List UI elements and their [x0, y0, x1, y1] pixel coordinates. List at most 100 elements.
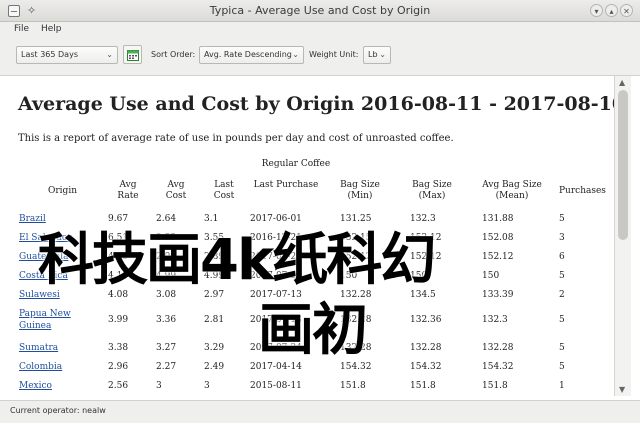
- cell-purchases: 5: [559, 214, 565, 224]
- cell-min: 151.8: [340, 381, 366, 391]
- cell-last: 4.99: [204, 271, 225, 281]
- minimize-icon[interactable]: ▾: [590, 4, 603, 17]
- cell-mean: 132.28: [482, 343, 514, 353]
- cell-rate: 3.38: [108, 343, 129, 353]
- cell-mean: 131.88: [482, 214, 514, 224]
- cell-max: 132.28: [410, 343, 442, 353]
- cell-cost: 3: [156, 381, 162, 391]
- overlay-line-2: 画初: [258, 298, 368, 363]
- cell-min: 132.28: [340, 315, 372, 325]
- weight-unit-select[interactable]: Lb ⌄: [363, 46, 391, 64]
- chevron-down-icon: ⌄: [106, 50, 113, 59]
- cell-date: 2017-06-01: [250, 214, 302, 224]
- origin-link[interactable]: El Salvador: [19, 233, 72, 243]
- cell-origin: Brazil: [19, 213, 99, 225]
- cell-max: 152.12: [410, 233, 442, 243]
- cell-last: 3.1: [204, 214, 219, 224]
- cell-date: 2017-06-22: [250, 252, 302, 262]
- cell-origin: Colombia: [19, 361, 99, 373]
- cell-origin: Mexico: [19, 380, 99, 392]
- origin-link[interactable]: Sulawesi: [19, 290, 60, 300]
- cell-mean: 154.32: [482, 362, 514, 372]
- cell-min: 154.32: [340, 362, 372, 372]
- sort-order-label: Sort Order:: [151, 50, 196, 59]
- maximize-icon[interactable]: ▴: [605, 4, 618, 17]
- origin-link[interactable]: Sumatra: [19, 343, 58, 353]
- date-range-value: Last 365 Days: [21, 50, 78, 59]
- header-bag-size-mean: Avg Bag Size (Mean): [482, 180, 542, 201]
- header-last-purchase: Last Purchase: [253, 180, 319, 190]
- cell-purchases: 5: [559, 343, 565, 353]
- cell-rate: 4.13: [108, 271, 129, 281]
- sort-order-select[interactable]: Avg. Rate Descending ⌄: [199, 46, 304, 64]
- origin-link[interactable]: Costa Rica: [19, 271, 68, 281]
- cell-mean: 133.39: [482, 290, 514, 300]
- cell-mean: 151.8: [482, 381, 508, 391]
- vertical-scrollbar[interactable]: ▲ ▼: [614, 76, 631, 396]
- cell-max: 150: [410, 271, 428, 281]
- header-purchases: Purchases: [559, 186, 606, 196]
- menu-file[interactable]: File: [14, 24, 29, 34]
- scrollbar-thumb[interactable]: [618, 90, 628, 240]
- cell-rate: 9.67: [108, 214, 129, 224]
- cell-origin: Costa Rica: [19, 270, 99, 282]
- cell-last: 3.29: [204, 343, 225, 353]
- header-bag-size-min: Bag Size (Min): [340, 180, 380, 201]
- cell-origin: El Salvador: [19, 232, 99, 244]
- header-origin: Origin: [48, 186, 77, 196]
- close-icon[interactable]: ✕: [620, 4, 633, 17]
- cell-max: 154.32: [410, 362, 442, 372]
- cell-origin: Guatemala: [19, 251, 99, 263]
- cell-purchases: 5: [559, 362, 565, 372]
- cell-purchases: 5: [559, 315, 565, 325]
- origin-link[interactable]: Colombia: [19, 362, 62, 372]
- origin-link[interactable]: Brazil: [19, 214, 46, 224]
- cell-last: 2.81: [204, 315, 225, 325]
- cell-last: 2.97: [204, 290, 225, 300]
- date-range-select[interactable]: Last 365 Days ⌄: [16, 46, 118, 64]
- cell-cost: 4.99: [156, 271, 177, 281]
- window-title: Typica - Average Use and Cost by Origin: [209, 4, 431, 17]
- cell-last: 3.55: [204, 233, 225, 243]
- scroll-up-icon[interactable]: ▲: [619, 78, 625, 87]
- report-title: Average Use and Cost by Origin 2016-08-1…: [18, 93, 614, 115]
- status-text: Current operator: nealw: [10, 406, 106, 415]
- cell-last: 3: [204, 381, 210, 391]
- cell-purchases: 1: [559, 381, 565, 391]
- cell-cost: 2.64: [156, 214, 177, 224]
- calendar-icon: [127, 50, 139, 61]
- header-regular-coffee: Regular Coffee: [261, 159, 331, 169]
- report-view[interactable]: Average Use and Cost by Origin 2016-08-1…: [8, 76, 614, 396]
- cell-purchases: 2: [559, 290, 565, 300]
- cell-date: 2017-07-13: [250, 315, 302, 325]
- cell-rate: 2.96: [108, 362, 129, 372]
- cell-max: 134.5: [410, 290, 436, 300]
- cell-rate: 6.51: [108, 233, 129, 243]
- origin-link[interactable]: Papua New Guinea: [19, 309, 71, 331]
- status-bar: Current operator: nealw: [0, 400, 640, 423]
- weight-unit-value: Lb: [368, 50, 378, 59]
- origin-link[interactable]: Mexico: [19, 381, 52, 391]
- cell-max: 132.36: [410, 315, 442, 325]
- origin-link[interactable]: Guatemala: [19, 252, 68, 262]
- cell-cost: 3.36: [156, 315, 177, 325]
- menu-help[interactable]: Help: [41, 24, 62, 34]
- scroll-down-icon[interactable]: ▼: [619, 385, 625, 394]
- cell-rate: 4.08: [108, 290, 129, 300]
- cell-mean: 152.12: [482, 252, 514, 262]
- cell-date: 2017-04-14: [250, 362, 302, 372]
- cell-mean: 132.3: [482, 315, 508, 325]
- cell-min: 152.15: [340, 233, 372, 243]
- cell-cost: 3.27: [156, 343, 177, 353]
- cell-date: 2017-07-13: [250, 290, 302, 300]
- cell-mean: 150: [482, 271, 500, 281]
- cell-cost: 3.55: [156, 233, 177, 243]
- cell-min: 152.12: [340, 252, 372, 262]
- cell-max: 152.12: [410, 252, 442, 262]
- calendar-button[interactable]: [123, 45, 142, 64]
- cell-origin: Sulawesi: [19, 289, 99, 301]
- cell-origin: Papua New Guinea: [19, 308, 79, 332]
- title-bar: ✧ Typica - Average Use and Cost by Origi…: [0, 0, 640, 22]
- toolbar: Last 365 Days ⌄ Sort Order: Avg. Rate De…: [0, 38, 640, 76]
- cell-min: 131.25: [340, 214, 372, 224]
